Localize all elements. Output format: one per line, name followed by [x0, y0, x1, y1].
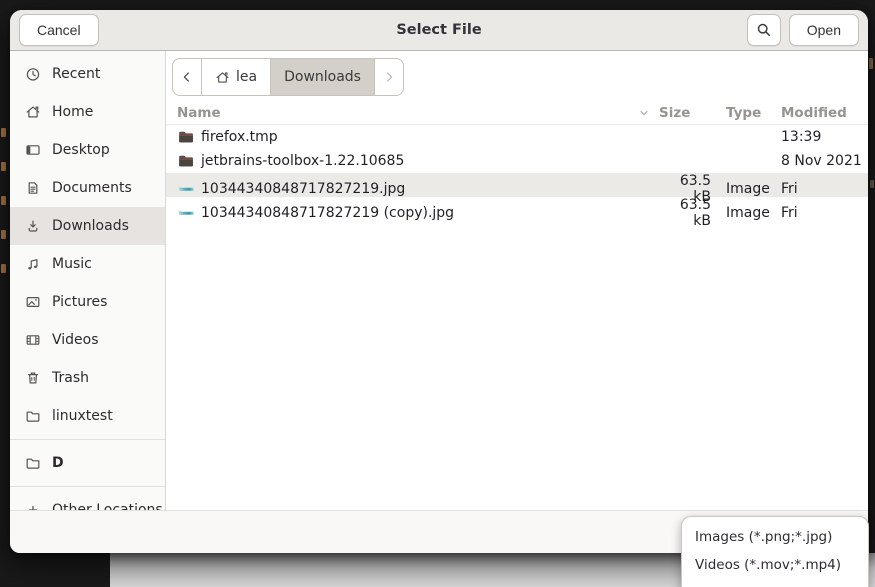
file-name: 10344340848717827219.jpg	[201, 181, 405, 197]
file-modified: Fri	[781, 181, 868, 197]
chevron-down-icon	[638, 107, 650, 119]
home-icon	[25, 104, 41, 120]
file-type: Image	[711, 205, 781, 221]
headerbar: Select File Cancel Open	[10, 10, 868, 51]
file-filter-popup: Images (*.png;*.jpg) Videos (*.mov;*.mp4…	[681, 516, 869, 587]
sidebar-item-videos[interactable]: Videos	[10, 321, 165, 359]
downloads-icon	[25, 218, 41, 234]
filter-option-label: Images (*.png;*.jpg)	[695, 529, 832, 545]
sidebar-item-pictures[interactable]: Pictures	[10, 283, 165, 321]
chevron-left-icon	[180, 70, 194, 84]
sidebar-item-home[interactable]: Home	[10, 93, 165, 131]
sidebar-item-label: Desktop	[52, 142, 110, 158]
file-row-10344340848717827219-jpg[interactable]: 10344340848717827219.jpg 63.5 kB Image F…	[166, 173, 868, 197]
dialog-title: Select File	[10, 22, 868, 38]
file-modified: 13:39	[781, 129, 868, 145]
documents-icon	[25, 180, 41, 196]
pathbar-current-segment[interactable]: Downloads	[271, 59, 375, 95]
sidebar-item-label: Documents	[52, 180, 132, 196]
folder-icon	[25, 408, 41, 424]
sidebar-item-label: D	[52, 455, 64, 471]
sidebar-item-label: Videos	[52, 332, 99, 348]
file-browser: lea Downloads	[166, 51, 868, 510]
column-header-modified[interactable]: Modified	[781, 105, 868, 121]
places-sidebar: Recent Home Desktop	[10, 51, 166, 510]
sidebar-item-label: Recent	[52, 66, 100, 82]
file-row-10344340848717827219-copy-jpg[interactable]: 10344340848717827219 (copy).jpg 63.5 kB …	[166, 197, 868, 221]
sidebar-item-desktop[interactable]: Desktop	[10, 131, 165, 169]
file-size: 63.5 kB	[659, 197, 711, 229]
sidebar-separator	[10, 486, 165, 487]
filter-option-images-png-jpg[interactable]: Images (*.png;*.jpg)	[682, 523, 868, 551]
file-modified: 8 Nov 2021	[781, 153, 868, 169]
search-icon	[756, 22, 772, 38]
sidebar-item-downloads[interactable]: Downloads	[10, 207, 165, 245]
trash-icon	[25, 370, 41, 386]
forward-button[interactable]	[375, 59, 403, 95]
search-button[interactable]	[747, 14, 781, 46]
other-icon	[25, 502, 41, 510]
pathbar-home-label: lea	[236, 69, 257, 85]
column-header-type[interactable]: Type	[711, 105, 781, 121]
sidebar-item-linuxtest[interactable]: linuxtest	[10, 397, 165, 435]
background-window-fragment	[1, 162, 6, 171]
file-modified: Fri	[781, 205, 868, 221]
dialog-body: Recent Home Desktop	[10, 51, 868, 510]
sidebar-item-label: Pictures	[52, 294, 107, 310]
sidebar-item-documents[interactable]: Documents	[10, 169, 165, 207]
background-window-fragment	[869, 58, 873, 69]
file-row-firefox-tmp[interactable]: firefox.tmp 13:39	[166, 125, 868, 149]
open-button[interactable]: Open	[789, 14, 859, 46]
pathbar: lea Downloads	[172, 58, 404, 96]
background-window-fragment	[1, 264, 6, 273]
pathbar-home-segment[interactable]: lea	[202, 59, 271, 95]
list-header: Name Size Type Modified	[166, 101, 868, 125]
column-header-name[interactable]: Name	[166, 105, 659, 121]
sidebar-item-music[interactable]: Music	[10, 245, 165, 283]
sidebar-item-label: Downloads	[52, 218, 129, 234]
filter-option-label: Videos (*.mov;*.mp4)	[695, 557, 841, 573]
file-name: firefox.tmp	[201, 129, 278, 145]
file-name: 10344340848717827219 (copy).jpg	[201, 205, 454, 221]
sidebar-item-other-locations[interactable]: Other Locations	[10, 491, 165, 510]
sidebar-separator	[10, 439, 165, 440]
screen: Select File Cancel Open	[0, 0, 875, 587]
back-button[interactable]	[173, 59, 202, 95]
pathbar-current-label: Downloads	[284, 69, 361, 85]
pathbar-row: lea Downloads	[166, 51, 868, 101]
column-header-size[interactable]: Size	[659, 105, 711, 121]
sidebar-item-label: Music	[52, 256, 92, 272]
image-icon	[178, 205, 194, 221]
sidebar-item-label: linuxtest	[52, 408, 113, 424]
folder-icon	[25, 455, 41, 471]
pictures-icon	[25, 294, 41, 310]
background-window-fragment	[870, 180, 874, 188]
folder-file-icon	[178, 153, 194, 169]
recent-icon	[25, 66, 41, 82]
sidebar-item-label: Trash	[52, 370, 89, 386]
file-chooser-dialog: Select File Cancel Open	[10, 10, 868, 553]
music-icon	[25, 256, 41, 272]
file-name: jetbrains-toolbox-1.22.10685	[201, 153, 404, 169]
filter-option-videos-mov-mp4[interactable]: Videos (*.mov;*.mp4)	[682, 551, 868, 579]
sidebar-item-recent[interactable]: Recent	[10, 55, 165, 93]
home-icon	[215, 70, 230, 85]
file-type: Image	[711, 181, 781, 197]
cancel-button[interactable]: Cancel	[19, 14, 99, 46]
folder-file-icon	[178, 129, 194, 145]
sidebar-item-label: Other Locations	[52, 502, 163, 510]
background-window-fragment	[1, 128, 6, 137]
videos-icon	[25, 332, 41, 348]
sidebar-item-trash[interactable]: Trash	[10, 359, 165, 397]
background-window-fragment	[1, 230, 6, 239]
file-list: firefox.tmp 13:39 jetbrains-toolbox-1.22…	[166, 125, 868, 510]
chevron-right-icon	[382, 70, 396, 84]
desktop-icon	[25, 142, 41, 158]
image-icon	[178, 181, 194, 197]
sidebar-item-d[interactable]: D	[10, 444, 165, 482]
sidebar-item-label: Home	[52, 104, 93, 120]
file-row-jetbrains-toolbox-1-22-10685[interactable]: jetbrains-toolbox-1.22.10685 8 Nov 2021	[166, 149, 868, 173]
background-window-fragment	[1, 196, 6, 205]
